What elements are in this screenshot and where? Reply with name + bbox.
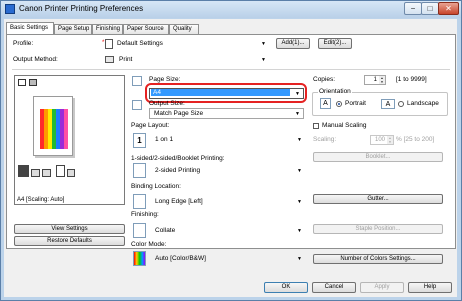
staple-position-button[interactable]: Staple Position... xyxy=(313,224,443,234)
landscape-radio[interactable] xyxy=(398,101,404,107)
edit-profile-button[interactable]: Edit(2)... xyxy=(318,38,352,49)
chevron-down-icon: ▼ xyxy=(261,57,266,63)
collate-icon xyxy=(133,223,146,238)
help-button[interactable]: Help xyxy=(408,282,452,293)
binding-location-value: Long Edge [Left] xyxy=(155,198,203,205)
preview-caption: A4 [Scaling: Auto] xyxy=(17,197,65,203)
tab-quality[interactable]: Quality xyxy=(169,24,199,34)
binding-location-label: Binding Location: xyxy=(131,183,181,190)
restore-defaults-button[interactable]: Restore Defaults xyxy=(14,236,125,246)
profile-value: Default Settings xyxy=(117,40,163,47)
device-icon xyxy=(67,169,75,177)
color-mode-select[interactable]: Auto [Color/B&W] ▼ xyxy=(150,254,304,265)
output-size-value: Match Page Size xyxy=(154,110,204,117)
device-icons xyxy=(18,163,78,191)
page-layout-select[interactable]: 1 on 1 ▼ xyxy=(150,135,304,146)
gutter-button[interactable]: Gutter... xyxy=(313,194,443,204)
preview-layout-icon xyxy=(29,79,37,86)
page-layout-label: Page Layout: xyxy=(131,122,170,129)
ok-button[interactable]: OK xyxy=(264,282,308,293)
scaling-value: 100 xyxy=(374,137,385,143)
title-bar: Canon Printer Printing Preferences − □ ✕ xyxy=(1,1,461,18)
profile-label: Profile: xyxy=(13,40,34,47)
profile-icon: * xyxy=(102,39,113,49)
copies-stepper[interactable]: 1 ▲ ▼ xyxy=(364,75,386,85)
decrement-icon[interactable]: ▼ xyxy=(379,80,385,84)
device-icon xyxy=(18,165,29,177)
chevron-down-icon: ▼ xyxy=(295,111,300,117)
device-icon xyxy=(42,169,51,177)
device-icon xyxy=(31,169,40,177)
print-mode-value: 2-sided Printing xyxy=(155,167,201,174)
two-sided-icon xyxy=(133,163,146,178)
close-button[interactable]: ✕ xyxy=(438,2,459,15)
color-bars-image xyxy=(40,109,68,149)
tab-paper-source[interactable]: Paper Source xyxy=(123,24,169,34)
copies-label: Copies: xyxy=(313,76,336,83)
profile-select[interactable]: * Default Settings ▼ xyxy=(102,39,268,50)
output-size-select[interactable]: Match Page Size ▼ xyxy=(149,108,304,119)
output-method-select[interactable]: Print ▼ xyxy=(103,55,268,66)
tab-page-setup[interactable]: Page Setup xyxy=(54,24,92,34)
print-icon xyxy=(105,56,114,63)
finishing-select[interactable]: Collate ▼ xyxy=(150,226,304,237)
chevron-down-icon: ▼ xyxy=(297,256,302,262)
chevron-down-icon: ▼ xyxy=(261,41,266,47)
landscape-icon: A xyxy=(381,99,395,109)
manual-scaling-checkbox[interactable] xyxy=(313,123,319,129)
page-size-icon xyxy=(132,76,142,86)
copies-value: 1 xyxy=(373,77,377,83)
portrait-icon: A xyxy=(320,98,331,109)
scaling-label: Scaling: xyxy=(313,136,337,143)
tab-basic-settings[interactable]: Basic Settings xyxy=(6,22,54,34)
number-of-colors-button[interactable]: Number of Colors Settings... xyxy=(313,254,443,264)
finishing-label: Finishing: xyxy=(131,211,159,218)
portrait-label: Portrait xyxy=(345,100,366,107)
color-mode-label: Color Mode: xyxy=(131,241,167,248)
binding-icon xyxy=(133,194,146,209)
add-profile-button[interactable]: Add(1)... xyxy=(276,38,310,49)
apply-button[interactable]: Apply xyxy=(360,282,404,293)
portrait-radio[interactable] xyxy=(336,101,342,107)
minimize-button[interactable]: − xyxy=(404,2,422,15)
orientation-label: Orientation xyxy=(318,88,352,95)
cancel-button[interactable]: Cancel xyxy=(312,282,356,293)
maximize-button[interactable]: □ xyxy=(421,2,439,15)
output-size-label: Output Size: xyxy=(149,100,185,107)
tab-finishing[interactable]: Finishing xyxy=(92,24,123,34)
chevron-down-icon: ▼ xyxy=(297,168,302,174)
page-preview-image xyxy=(33,96,73,156)
color-mode-icon xyxy=(133,251,146,266)
landscape-label: Landscape xyxy=(407,100,439,107)
output-method-value: Print xyxy=(119,56,133,63)
chevron-down-icon: ▼ xyxy=(297,137,302,143)
manual-scaling-label: Manual Scaling xyxy=(322,122,367,129)
page-size-label: Page Size: xyxy=(149,76,181,83)
page-layout-icon: 1 xyxy=(133,133,146,148)
preview-mode-icon xyxy=(18,79,26,86)
color-bar xyxy=(64,109,68,149)
chevron-down-icon: ▼ xyxy=(297,199,302,205)
finishing-value: Collate xyxy=(155,227,176,234)
copies-range: [1 to 9999] xyxy=(396,76,427,83)
color-mode-value: Auto [Color/B&W] xyxy=(155,255,206,262)
view-settings-button[interactable]: View Settings xyxy=(14,224,125,234)
decrement-icon[interactable]: ▼ xyxy=(387,140,393,144)
separator xyxy=(12,69,450,70)
window-title: Canon Printer Printing Preferences xyxy=(19,4,144,13)
print-mode-label: 1-sided/2-sided/Booklet Printing: xyxy=(131,155,225,162)
binding-location-select[interactable]: Long Edge [Left] ▼ xyxy=(150,197,304,208)
output-method-label: Output Method: xyxy=(13,56,58,63)
page-layout-value: 1 on 1 xyxy=(155,136,174,143)
booklet-button[interactable]: Booklet... xyxy=(313,152,443,162)
print-mode-select[interactable]: 2-sided Printing ▼ xyxy=(150,166,304,177)
device-icon xyxy=(56,165,65,177)
chevron-down-icon: ▼ xyxy=(297,228,302,234)
printer-icon xyxy=(5,4,15,14)
output-size-icon xyxy=(132,100,142,110)
scaling-stepper[interactable]: 100 ▲ ▼ xyxy=(370,135,394,145)
scaling-range: % [25 to 200] xyxy=(396,136,435,143)
